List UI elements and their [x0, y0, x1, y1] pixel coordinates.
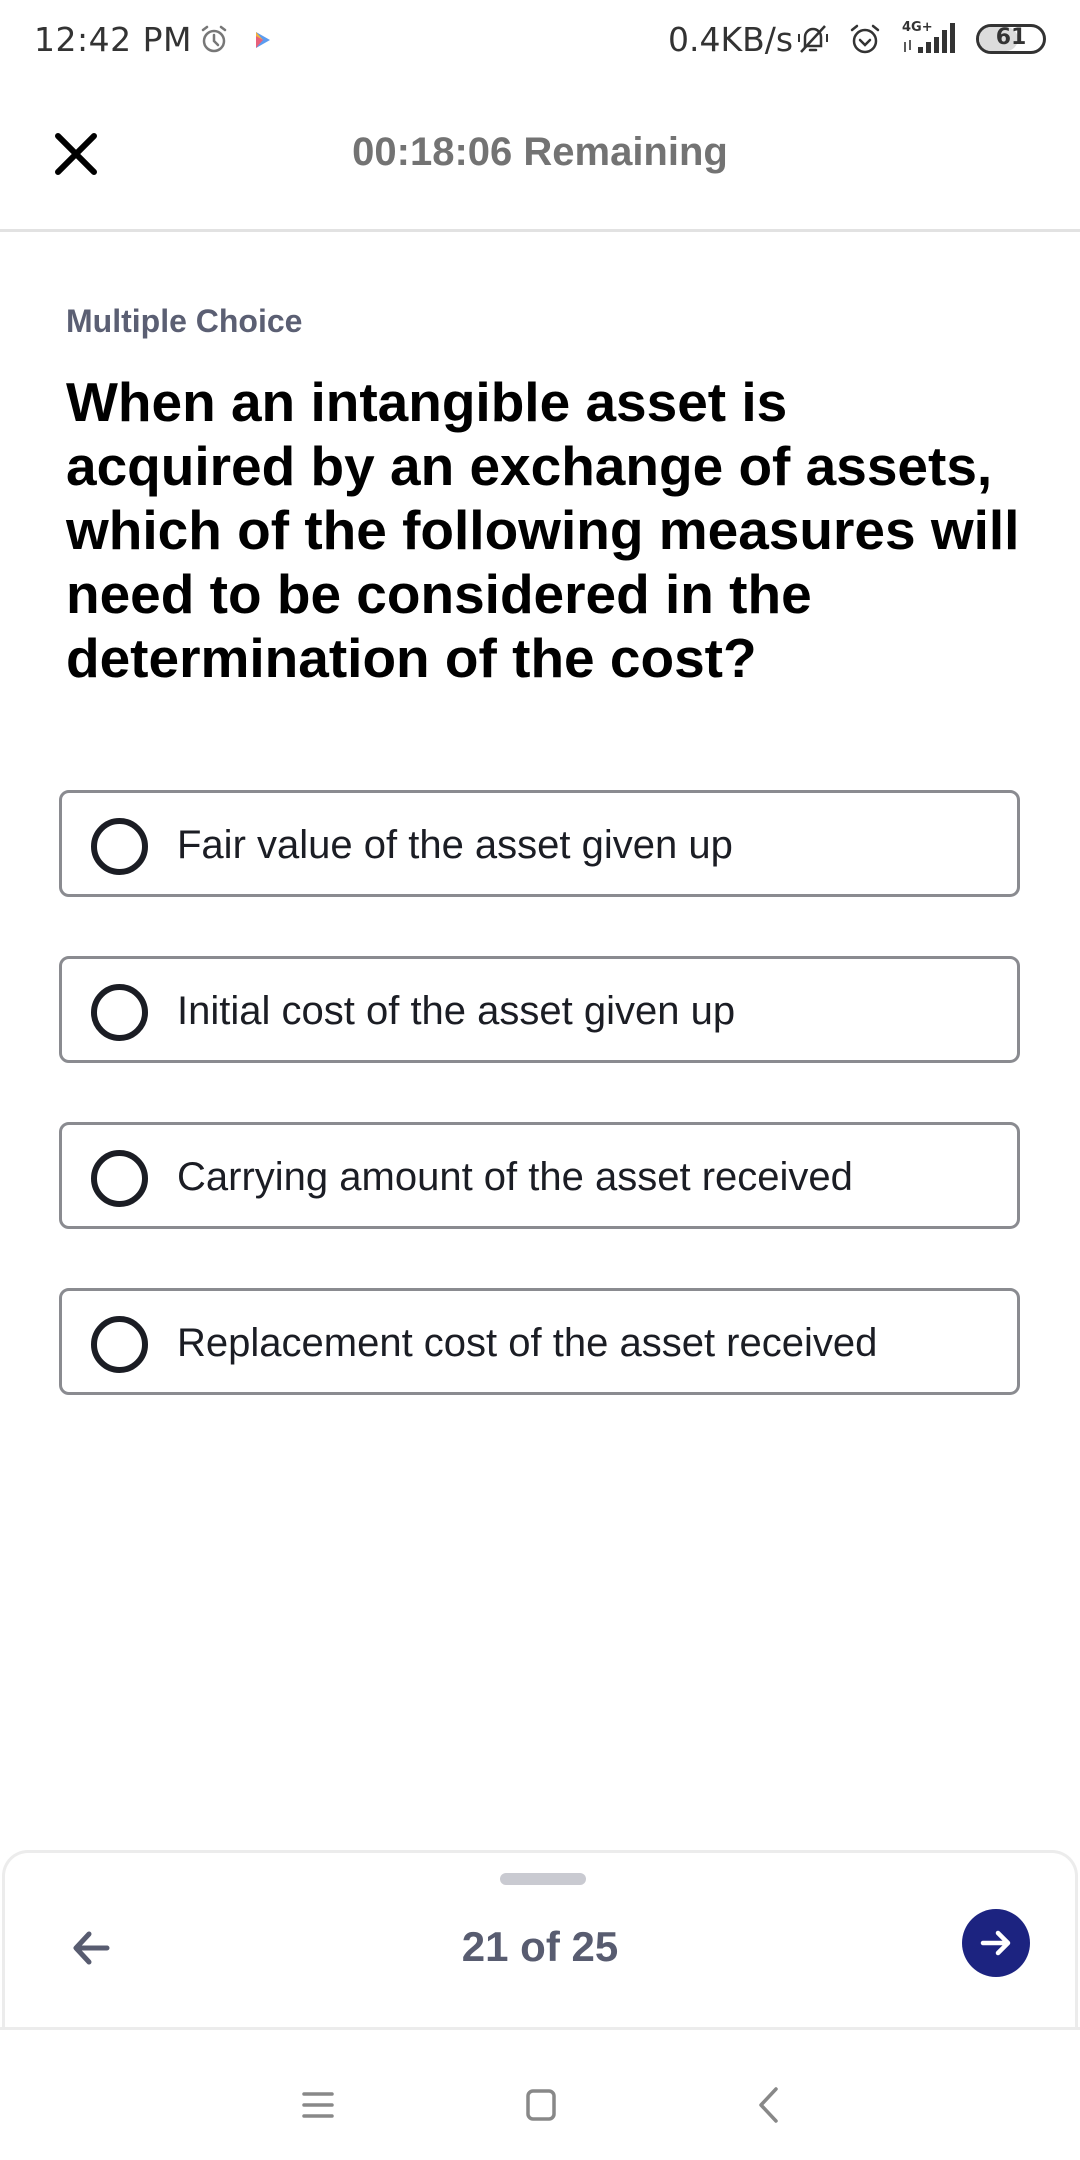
radio-button-icon[interactable]: [91, 818, 148, 875]
network-speed: 0.4KB/s: [668, 20, 794, 59]
quiz-header: 00:18:06 Remaining: [0, 76, 1080, 232]
play-store-icon: [256, 32, 270, 48]
radio-button-icon[interactable]: [91, 1316, 148, 1373]
question-type-label: Multiple Choice: [66, 303, 303, 339]
answer-option[interactable]: Replacement cost of the asset received: [59, 1288, 1020, 1395]
network-type: 4G+: [902, 20, 933, 35]
battery-level: 61: [995, 25, 1027, 50]
answer-option[interactable]: Initial cost of the asset given up: [59, 956, 1020, 1063]
radio-button-icon[interactable]: [91, 1150, 148, 1207]
arrow-right-icon: [980, 1930, 1011, 1956]
status-bar: 12:42 PM 0.4KB/s 4G+ 61: [0, 0, 1080, 76]
alarm-icon: [201, 25, 227, 53]
battery-icon: 61: [976, 24, 1046, 54]
page-counter: 21 of 25: [461, 1923, 619, 1970]
answer-option[interactable]: Fair value of the asset given up: [59, 790, 1020, 897]
answer-option[interactable]: Carrying amount of the asset received: [59, 1122, 1020, 1229]
menu-icon[interactable]: [300, 2088, 336, 2122]
question-text: When an intangible asset is acquired by …: [66, 371, 1020, 689]
timer-remaining: 00:18:06 Remaining: [352, 130, 728, 174]
answer-options: Fair value of the asset given up Initial…: [59, 790, 1020, 1454]
sheet-drag-handle[interactable]: [500, 1873, 586, 1885]
question-navigator-sheet: 21 of 25: [2, 1850, 1078, 2030]
mute-icon: [798, 25, 828, 53]
option-label: Replacement cost of the asset received: [177, 1321, 878, 1365]
home-icon[interactable]: [524, 2088, 558, 2122]
radio-button-icon[interactable]: [91, 984, 148, 1041]
status-time: 12:42 PM: [34, 20, 192, 59]
back-icon[interactable]: [756, 2086, 780, 2124]
alarm-icon: [850, 24, 880, 54]
signal-icon: 4G+: [902, 20, 955, 53]
option-label: Carrying amount of the asset received: [177, 1155, 853, 1199]
option-label: Fair value of the asset given up: [177, 823, 733, 867]
system-navigation-bar: [0, 2030, 1080, 2160]
option-label: Initial cost of the asset given up: [177, 989, 736, 1033]
next-question-button[interactable]: [962, 1909, 1030, 1977]
